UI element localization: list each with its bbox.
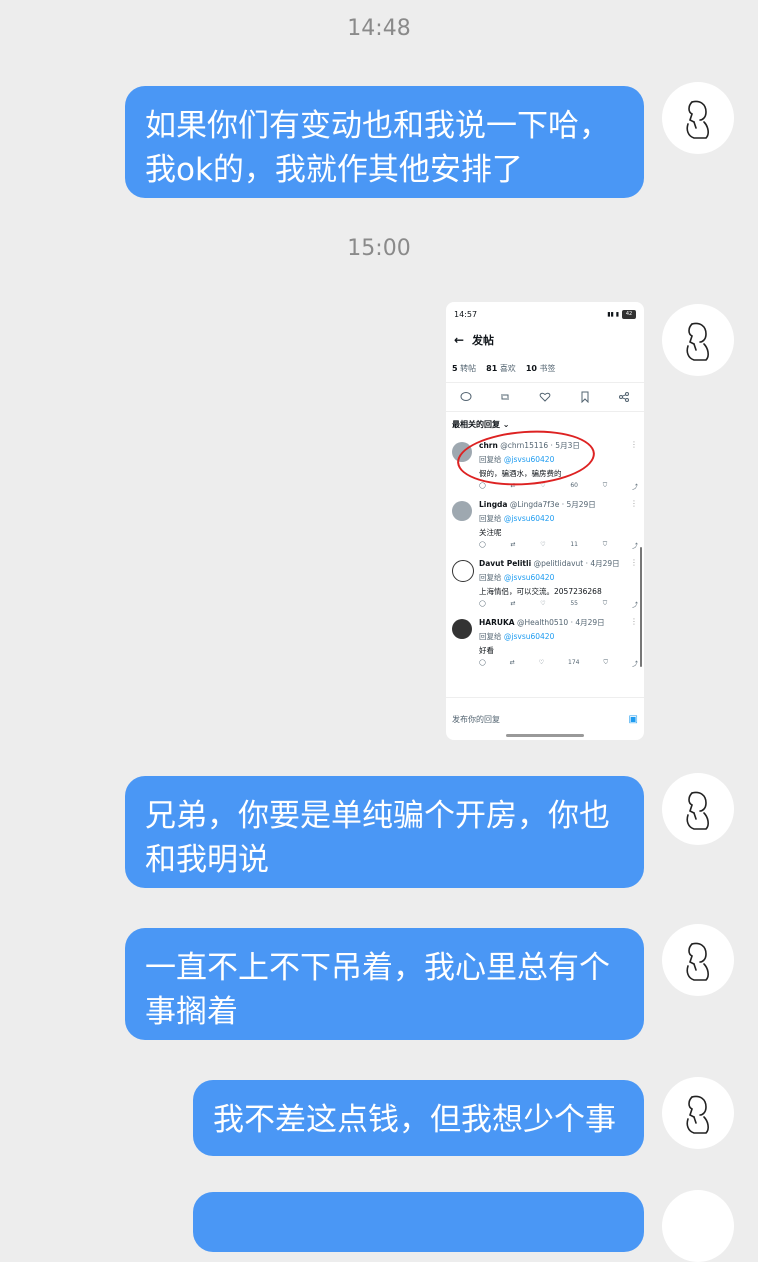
battery-icon: 42 xyxy=(622,309,636,319)
image-message[interactable]: 14:57 ▮▮ ▮ 42 ← 发帖 5 转帖 81 喜欢 10 书签 最相关的回… xyxy=(446,302,644,740)
camera-icon[interactable]: ▣ xyxy=(629,714,638,725)
message-bubble[interactable]: 我不差这点钱，但我想少个事 xyxy=(193,1080,644,1156)
timestamp: 15:00 xyxy=(347,236,411,261)
post-actions xyxy=(446,383,644,412)
scrollbar[interactable] xyxy=(640,547,642,667)
message-bubble[interactable]: 兄弟，你要是单纯骗个开房，你也和我明说 xyxy=(125,776,644,888)
person-line-avatar-icon xyxy=(686,1095,709,1134)
person-line-avatar-icon xyxy=(686,322,709,361)
reply-icon[interactable] xyxy=(460,391,472,403)
more-icon[interactable]: ⋮ xyxy=(630,499,638,508)
more-icon[interactable]: ⋮ xyxy=(630,440,638,449)
post-stats: 5 转帖 81 喜欢 10 书签 xyxy=(446,354,644,383)
more-icon[interactable]: ⋮ xyxy=(630,558,638,567)
avatar[interactable] xyxy=(662,304,734,376)
status-time: 14:57 xyxy=(454,309,478,319)
post-title: 发帖 xyxy=(472,334,494,347)
person-line-avatar-icon xyxy=(686,100,709,139)
message-bubble[interactable]: 如果你们有变动也和我说一下哈，我ok的，我就作其他安排了 xyxy=(125,86,644,198)
avatar xyxy=(452,619,472,639)
more-icon[interactable]: ⋮ xyxy=(630,617,638,626)
repost-icon[interactable] xyxy=(499,391,511,403)
reply-item[interactable]: ⋮ Davut Pelitli @pelitlidavut · 4月29日 回复… xyxy=(446,554,644,613)
back-arrow-icon[interactable]: ← xyxy=(454,333,472,347)
post-header: ← 发帖 xyxy=(446,326,644,354)
like-icon[interactable] xyxy=(539,391,551,403)
avatar[interactable] xyxy=(662,1190,734,1262)
avatar[interactable] xyxy=(662,82,734,154)
avatar[interactable] xyxy=(662,1077,734,1149)
person-line-avatar-icon xyxy=(686,942,709,981)
bookmark-icon[interactable] xyxy=(579,391,591,403)
gesture-bar xyxy=(506,734,584,737)
timestamp: 14:48 xyxy=(347,16,411,41)
avatar xyxy=(452,501,472,521)
avatar xyxy=(452,560,474,582)
status-bar: 14:57 ▮▮ ▮ 42 xyxy=(446,302,644,326)
reply-item[interactable]: ⋮ Lingda @Lingda7f3e · 5月29日 回复给 @jsvsu6… xyxy=(446,495,644,554)
avatar[interactable] xyxy=(662,924,734,996)
reply-item[interactable]: ⋮ HARUKA @Health0510 · 4月29日 回复给 @jsvsu6… xyxy=(446,613,644,672)
message-bubble-partial[interactable] xyxy=(193,1192,644,1252)
message-bubble[interactable]: 一直不上不下吊着，我心里总有个事搁着 xyxy=(125,928,644,1040)
avatar[interactable] xyxy=(662,773,734,845)
share-icon[interactable] xyxy=(618,391,630,403)
person-line-avatar-icon xyxy=(686,791,709,830)
